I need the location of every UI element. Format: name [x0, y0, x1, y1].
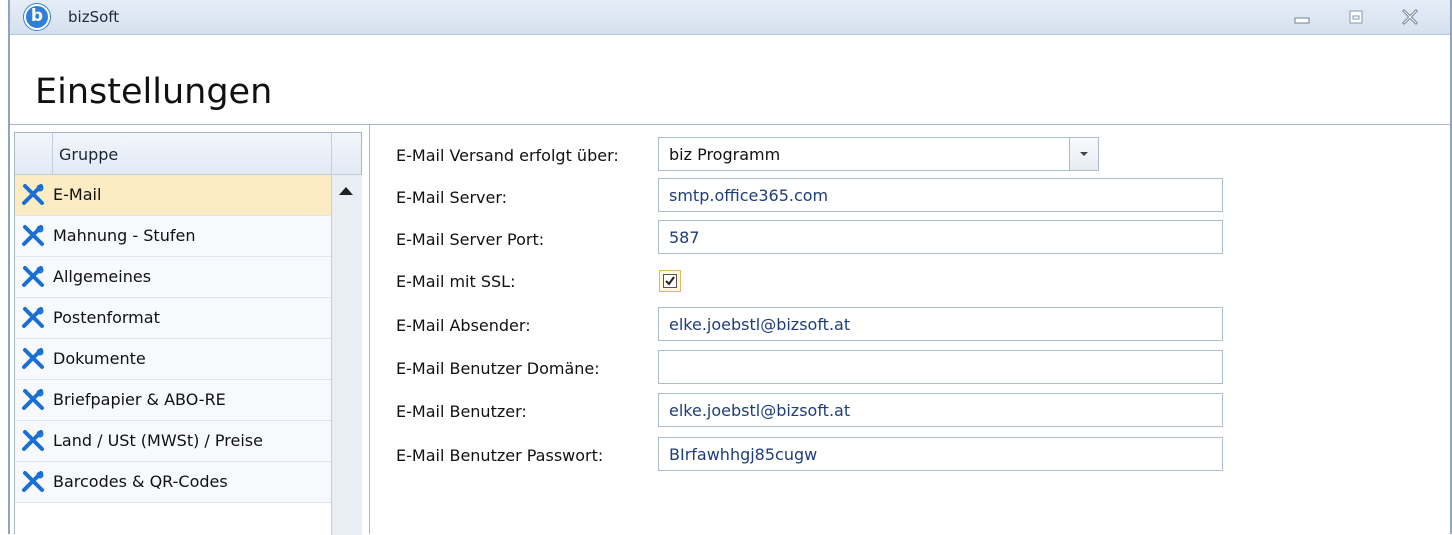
benutzer-value: elke.joebstl@bizsoft.at: [669, 401, 851, 420]
page-header: Einstellungen: [10, 35, 1450, 125]
absender-label: E-Mail Absender:: [396, 316, 531, 335]
versand-value: biz Programm: [669, 145, 781, 164]
port-label: E-Mail Server Port:: [396, 230, 545, 249]
list-item-postenformat[interactable]: Postenformat: [15, 298, 331, 339]
tools-icon: [22, 389, 44, 410]
list-item-label: Mahnung - Stufen: [53, 226, 196, 245]
title-bar[interactable]: b bizSoft: [10, 0, 1450, 35]
list-item-land-ust[interactable]: Land / USt (MWSt) / Preise: [15, 421, 331, 462]
email-settings-form: E-Mail Versand erfolgt über: biz Program…: [369, 124, 1452, 534]
list-item-label: Barcodes & QR-Codes: [53, 472, 228, 491]
tools-icon: [22, 266, 44, 287]
ssl-label: E-Mail mit SSL:: [396, 272, 516, 291]
domaene-label: E-Mail Benutzer Domäne:: [396, 359, 600, 378]
list-item-email[interactable]: E-Mail: [15, 175, 331, 216]
port-input[interactable]: 587: [658, 220, 1223, 254]
domaene-input[interactable]: [658, 350, 1223, 384]
page-title: Einstellungen: [35, 72, 273, 112]
group-grid: Gruppe E-Mail Mahnung - Stufen Allgemein…: [14, 132, 362, 535]
tools-icon: [22, 225, 44, 246]
benutzer-input[interactable]: elke.joebstl@bizsoft.at: [658, 393, 1223, 427]
server-label: E-Mail Server:: [396, 188, 508, 207]
server-value: smtp.office365.com: [669, 186, 829, 205]
check-icon: [665, 276, 675, 286]
scroll-header: [331, 133, 362, 174]
scroll-up-icon[interactable]: [339, 187, 353, 195]
passwort-value: BIrfawhhgj85cugw: [669, 445, 818, 464]
grid-header: Gruppe: [15, 133, 361, 175]
window-title: bizSoft: [68, 8, 120, 26]
benutzer-label: E-Mail Benutzer:: [396, 402, 527, 421]
list-item-label: Allgemeines: [53, 267, 152, 286]
tools-icon: [22, 348, 44, 369]
port-value: 587: [669, 228, 700, 247]
tools-icon: [22, 184, 44, 205]
passwort-label: E-Mail Benutzer Passwort:: [396, 446, 604, 465]
server-input[interactable]: smtp.office365.com: [658, 178, 1223, 212]
versand-select[interactable]: biz Programm: [658, 137, 1099, 171]
column-header-gruppe[interactable]: Gruppe: [59, 145, 118, 164]
tools-icon: [22, 307, 44, 328]
list-item-label: Land / USt (MWSt) / Preise: [53, 431, 263, 450]
list-item-mahnung[interactable]: Mahnung - Stufen: [15, 216, 331, 257]
list-item-label: Postenformat: [53, 308, 160, 327]
passwort-input[interactable]: BIrfawhhgj85cugw: [658, 437, 1223, 471]
list-item-label: Dokumente: [53, 349, 146, 368]
ssl-checkbox[interactable]: [659, 270, 681, 292]
list-item-barcodes[interactable]: Barcodes & QR-Codes: [15, 462, 331, 503]
list-item-dokumente[interactable]: Dokumente: [15, 339, 331, 380]
row-indicator-header: [15, 133, 53, 174]
list-item-briefpapier[interactable]: Briefpapier & ABO-RE: [15, 380, 331, 421]
maximize-icon[interactable]: [1346, 8, 1366, 26]
minimize-icon[interactable]: [1292, 8, 1312, 26]
close-icon[interactable]: [1400, 8, 1420, 26]
app-logo-icon[interactable]: b: [24, 4, 50, 30]
tools-icon: [22, 471, 44, 492]
versand-label: E-Mail Versand erfolgt über:: [396, 146, 619, 165]
absender-input[interactable]: elke.joebstl@bizsoft.at: [658, 307, 1223, 341]
vertical-scrollbar[interactable]: [331, 175, 362, 535]
list-item-label: Briefpapier & ABO-RE: [53, 390, 226, 409]
list-item-allgemeines[interactable]: Allgemeines: [15, 257, 331, 298]
tools-icon: [22, 430, 44, 451]
chevron-down-icon[interactable]: [1069, 138, 1098, 170]
group-list: E-Mail Mahnung - Stufen Allgemeines Post…: [15, 175, 331, 503]
list-item-label: E-Mail: [53, 185, 102, 204]
absender-value: elke.joebstl@bizsoft.at: [669, 315, 851, 334]
